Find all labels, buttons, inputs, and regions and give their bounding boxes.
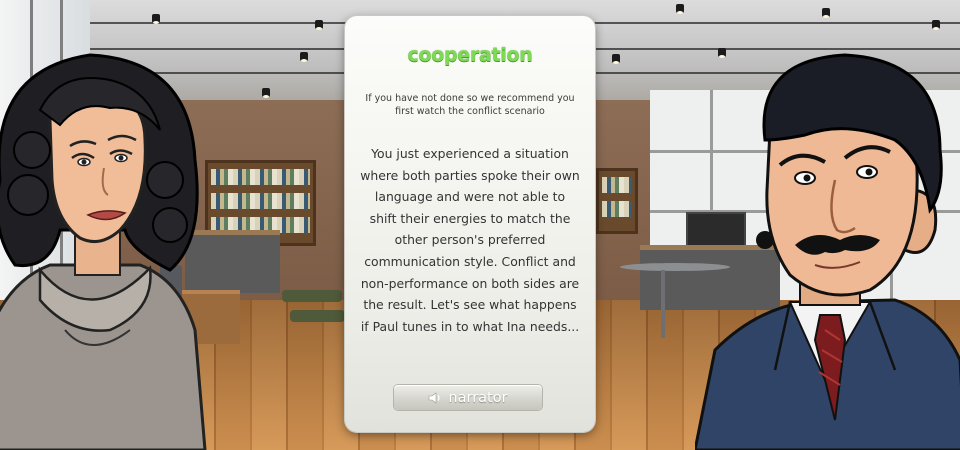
chair <box>282 290 342 302</box>
spotlight-icon <box>676 4 684 14</box>
spotlight-icon <box>152 14 160 24</box>
spotlight-icon <box>262 88 270 98</box>
spotlight-icon <box>932 20 940 30</box>
speaker-icon <box>429 391 441 404</box>
spotlight-icon <box>822 8 830 18</box>
chair <box>290 310 345 322</box>
dialog-body: You just experienced a situation where b… <box>360 146 580 334</box>
spotlight-icon <box>315 20 323 30</box>
dialog-subtitle: If you have not done so we recommend you… <box>365 93 575 117</box>
narrator-button[interactable]: narrator <box>394 385 542 410</box>
spotlight-icon <box>300 52 308 62</box>
bookshelf <box>596 168 638 234</box>
dialog-title: cooperation <box>407 44 533 66</box>
narrator-label: narrator <box>448 389 508 406</box>
character-woman <box>0 53 207 450</box>
dialog-panel: cooperation If you have not done so we r… <box>345 16 595 432</box>
character-man <box>695 53 960 450</box>
spotlight-icon <box>612 54 620 64</box>
